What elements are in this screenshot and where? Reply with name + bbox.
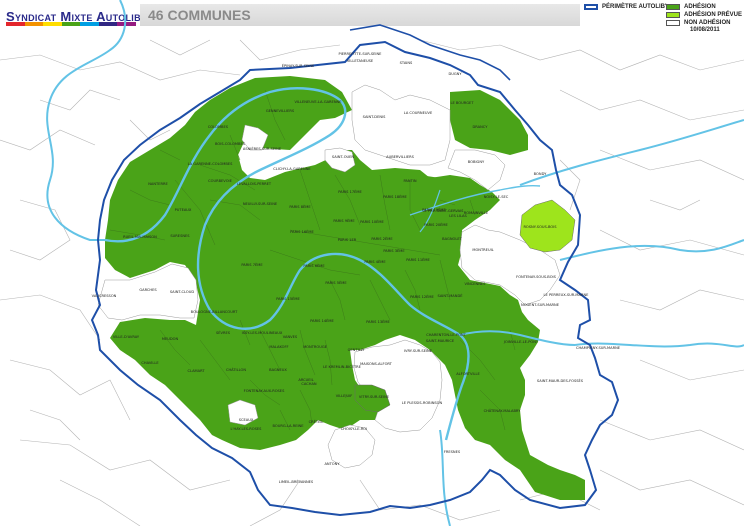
commune-label: SAINT-MAURICE	[426, 339, 455, 343]
commune-label: VILLE-D'AVRAY	[113, 335, 140, 339]
commune-label: LEVALLOIS-PERRET	[237, 182, 272, 186]
commune-label: GENTILLY	[348, 348, 366, 352]
commune-label: AUBERVILLIERS	[386, 155, 414, 159]
commune-label: VANVES	[283, 335, 298, 339]
commune-label: PARIS 1ER	[338, 238, 357, 242]
commune-label: MAISONS-ALFORT	[360, 362, 393, 366]
commune-label: PARIS 13ÈME	[366, 319, 390, 324]
commune-label: PARIS 18ÈME	[383, 194, 407, 199]
commune-label: PARIS 6ÈME	[303, 263, 325, 268]
commune-label: ALFORTVILLE	[456, 372, 480, 376]
commune-label: PARIS 12ÈME	[410, 294, 434, 299]
commune-label: VITRY-SUR-SEINE	[359, 395, 390, 399]
commune-label: PARIS 5ÈME	[325, 280, 347, 285]
commune-label: BAGNOLET	[442, 237, 462, 241]
commune-label: ISSY-LES-MOULINEAUX	[242, 331, 283, 335]
commune-label: PARIS 15ÈME	[276, 296, 300, 301]
commune-label: PARIS 7ÈME	[241, 262, 263, 267]
commune-label: PARIS 20ÈME	[424, 222, 448, 227]
commune-label: ROMAINVILLE	[464, 211, 489, 215]
commune-label: DUGNY	[448, 72, 462, 76]
commune-label: BAGNEUX	[269, 368, 287, 372]
commune-label: LA GARENNE-COLOMBES	[188, 162, 234, 166]
commune-label: SAINT-CLOUD	[170, 290, 195, 294]
commune-label: LE BOURGET	[450, 101, 474, 105]
commune-label: VILLENEUVE-LA-GARENNE	[295, 100, 343, 104]
commune-label: CHOISY-LE-ROI	[341, 427, 367, 431]
commune-label: BOURG-LA-REINE	[273, 424, 305, 428]
commune-label: CACHAN	[301, 382, 317, 386]
commune-label: RUEIL-MALMAISON	[123, 235, 157, 239]
commune-label: FONTENAY-AUX-ROSES	[244, 389, 285, 393]
commune-label: MONTROUGE	[303, 345, 328, 349]
commune-label: CHAMPIGNY-SUR-MARNE	[576, 346, 621, 350]
commune-label: MALAKOFF	[269, 345, 288, 349]
commune-label: ASNIÈRES-SUR-SEINE	[243, 146, 282, 151]
commune-label: VAUCRESSON	[92, 294, 117, 298]
commune-label: PARIS 17ÈME	[338, 189, 362, 194]
commune-label: COURBEVOIE	[208, 179, 232, 183]
commune-label: BOULOGNE-BILLANCOURT	[191, 310, 238, 314]
commune-label: CHÂTILLON	[226, 367, 246, 372]
commune-label: SAINT-OUEN	[332, 155, 355, 159]
commune-label: LA COURNEUVE	[404, 111, 433, 115]
commune-label: CRÉTEIL	[309, 419, 324, 424]
commune-label: PARIS 11ÈME	[406, 257, 430, 262]
commune-label: PARIS 9ÈME	[333, 218, 355, 223]
commune-label: PUTEAUX	[175, 208, 192, 212]
commune-label: NANTERRE	[148, 182, 168, 186]
commune-label: DRANCY	[473, 125, 489, 129]
commune-label: IVRY-SUR-SEINE	[404, 349, 433, 353]
commune-label: NEUILLY-SUR-SEINE	[243, 202, 278, 206]
commune-label: VILLETANEUSE	[347, 59, 374, 63]
commune-label: NOGENT-SUR-MARNE	[521, 303, 560, 307]
commune-label: GENNEVILLIERS	[266, 109, 295, 113]
commune-label: VINCENNES	[465, 282, 487, 286]
commune-label: SCEAUX	[239, 418, 254, 422]
commune-label: CHARENTON-LE-PONT	[426, 333, 466, 337]
commune-label: MONTREUIL	[472, 248, 493, 252]
commune-label: BOBIGNY	[468, 160, 485, 164]
commune-label: SURESNES	[170, 234, 190, 238]
commune-label: SAINT-MAUR-DES-FOSSÉS	[537, 378, 584, 383]
commune-label: L'HAY-LES-ROSES	[231, 427, 263, 431]
commune-label: LE PLESSIS-ROBINSON	[402, 401, 443, 405]
commune-label: PIERREFITTE-SUR-SEINE	[339, 52, 383, 56]
commune-label: VILLEJUIF	[336, 394, 353, 398]
commune-label: JOINVILLE-LE-PONT	[503, 340, 539, 344]
commune-label: CHÂTENAY-MALABRY	[484, 408, 522, 413]
commune-label: NOISY-LE-SEC	[484, 195, 509, 199]
commune-label: LE PRÉ-SAINT-GERVAIS	[423, 208, 465, 213]
commune-label: ANTONY	[324, 462, 340, 466]
commune-label: BOIS-COLOMBES	[215, 142, 246, 146]
commune-label: FRESNES	[444, 450, 461, 454]
commune-label: PARIS 3ÈME	[383, 248, 405, 253]
commune-label: PARIS 14ÈME	[310, 318, 334, 323]
commune-label: LIMEIL-BRÉVANNES	[279, 479, 314, 484]
commune-label: PARIS 2ÈME	[371, 236, 393, 241]
commune-label: SAINT-DENIS	[363, 115, 387, 119]
commune-label: PANTIN	[403, 179, 416, 183]
commune-label: BONDY	[534, 172, 547, 176]
commune-label: LE KREMLIN-BICÊTRE	[323, 364, 362, 369]
commune-label: CLAMART	[187, 369, 205, 373]
commune-label: LE PERREUX-SUR-MARNE	[544, 293, 590, 297]
commune-label: GARCHES	[139, 288, 157, 292]
commune-label: CHAVILLE	[141, 361, 159, 365]
commune-label: PARIS 8ÈME	[289, 204, 311, 209]
commune-label: COLOMBES	[208, 125, 229, 129]
commune-label: ÉPINAY-SUR-SEINE	[282, 63, 315, 68]
commune-label: FONTENAY-SOUS-BOIS	[516, 275, 556, 279]
commune-label: STAINS	[400, 61, 413, 65]
commune-label: SÈVRES	[216, 330, 231, 335]
commune-label: CLICHY-LA-GARENNE	[273, 167, 311, 171]
map: PIERREFITTE-SUR-SEINE VILLETANEUSE STAINS D…	[0, 0, 744, 526]
commune-label: PARIS 4ÈME	[364, 259, 386, 264]
commune-label: PARIS 10ÈME	[360, 219, 384, 224]
commune-label: ROSNY-SOUS-BOIS	[523, 225, 557, 229]
commune-label: SAINT-MANDÉ	[437, 293, 463, 298]
commune-label: MEUDON	[162, 337, 179, 341]
commune-label: PARIS 16ÈME	[290, 229, 314, 234]
